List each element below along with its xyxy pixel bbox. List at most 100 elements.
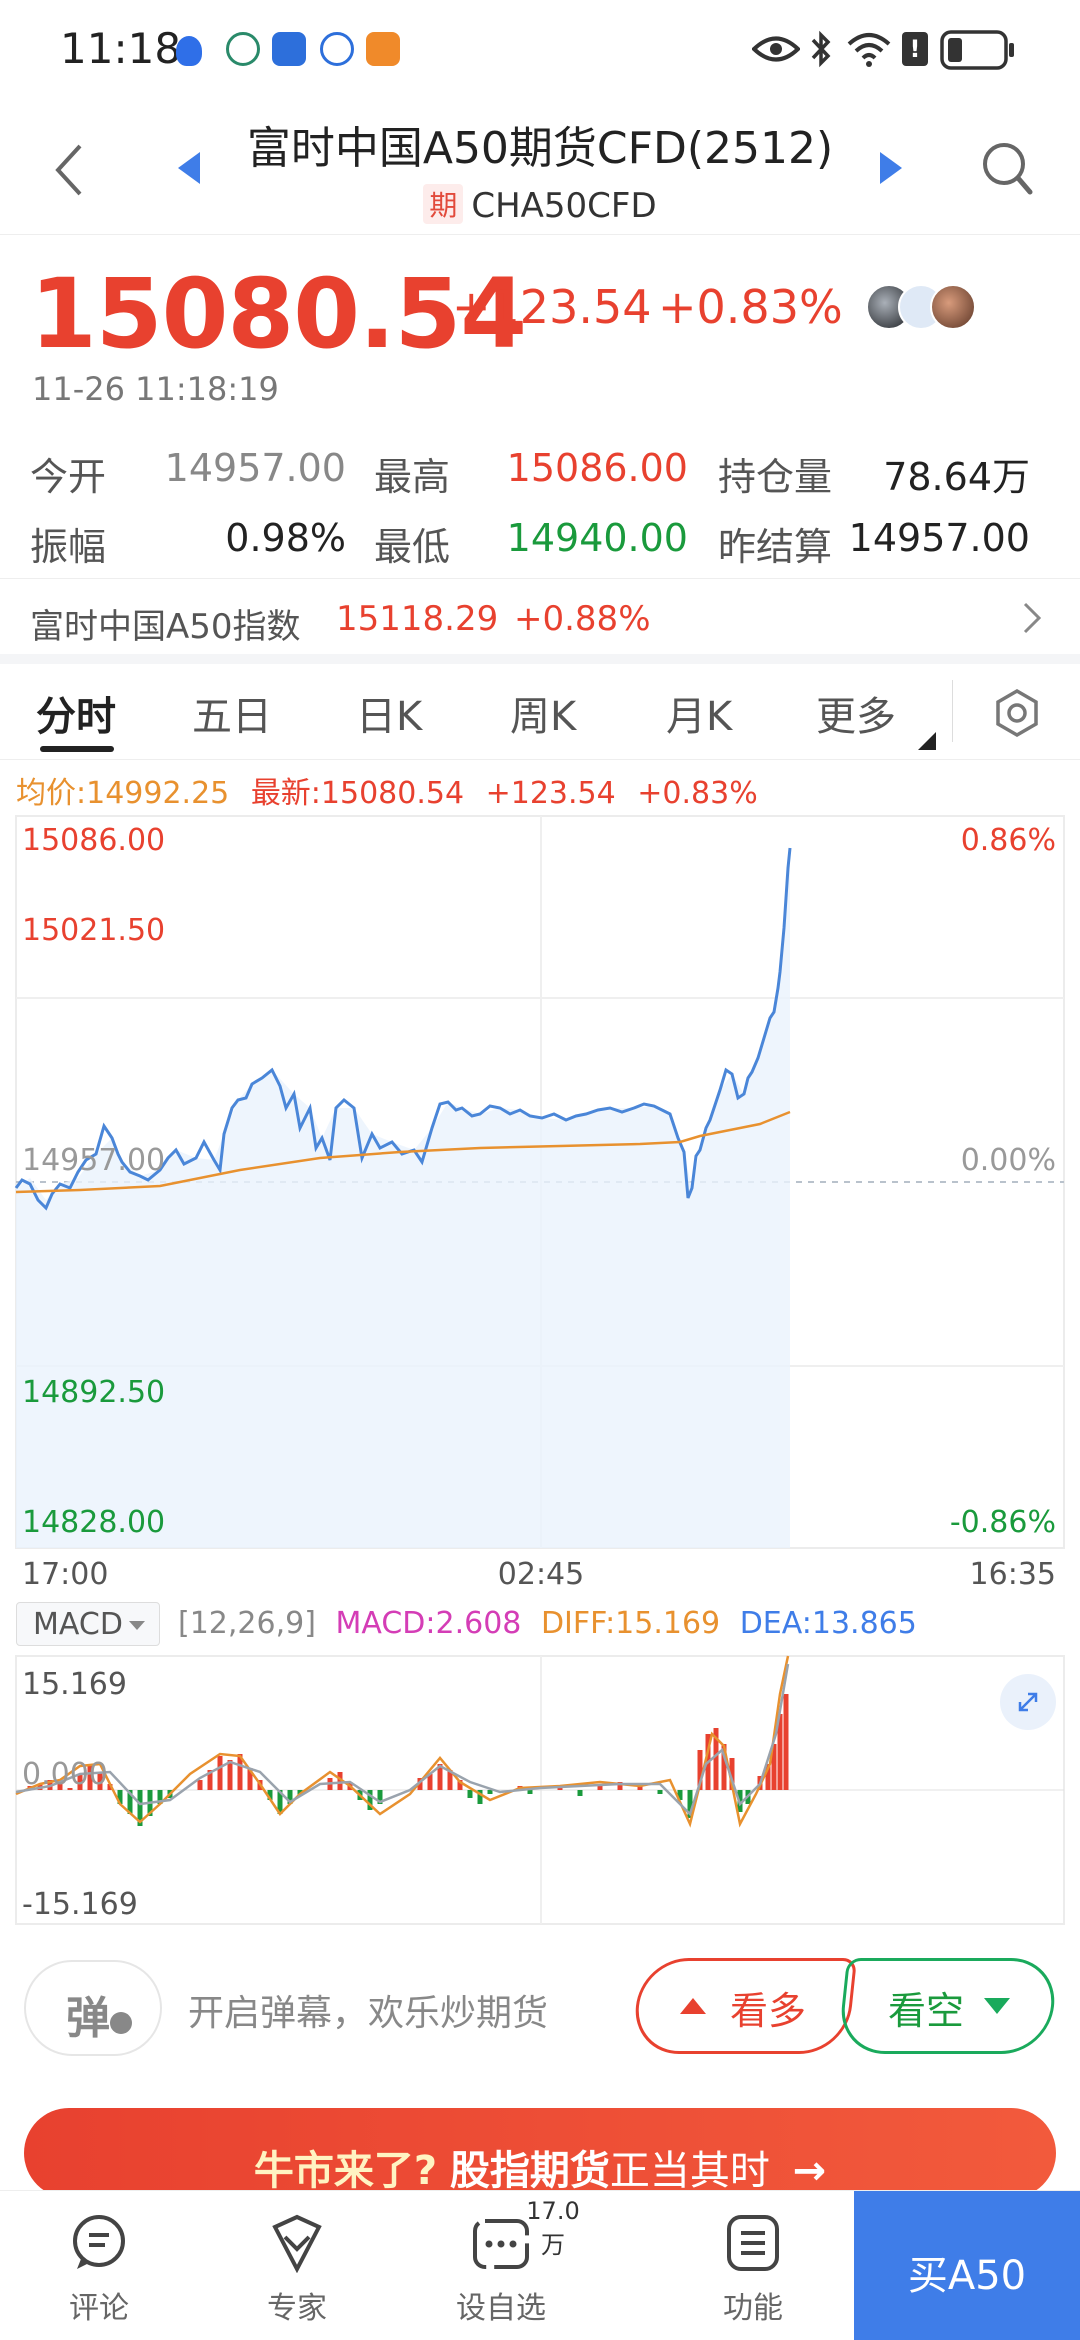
intraday-chart[interactable]: 15086.00 15021.50 14957.00 14892.50 1482…: [0, 808, 1080, 1608]
stat-amp-label: 振幅: [30, 525, 107, 569]
y-tick-label: 15086.00: [22, 823, 165, 858]
dropdown-corner-icon: [918, 732, 936, 750]
stat-high-label: 最高: [374, 455, 451, 499]
y-pct-label: 0.00%: [961, 1143, 1056, 1178]
chevron-right-icon: [1023, 602, 1042, 634]
contract-code-text: CHA50CFD: [471, 186, 657, 226]
nav-label: 专家: [267, 2291, 327, 2326]
nav-functions[interactable]: 功能: [668, 2191, 838, 2340]
chevron-down-icon: [129, 1621, 145, 1630]
wifi-icon: [847, 33, 891, 67]
next-contract-icon[interactable]: [876, 150, 904, 186]
related-index-row[interactable]: 富时中国A50指数 15118.29 +0.88%: [0, 578, 1080, 664]
macd-params: [12,26,9]: [178, 1606, 316, 1641]
watch-count: 17.0万: [526, 2197, 580, 2259]
futures-tag: 期: [423, 184, 464, 224]
settings-icon[interactable]: [992, 688, 1042, 738]
nav-expert[interactable]: 专家: [212, 2191, 382, 2340]
y-pct-label: -0.86%: [950, 1505, 1056, 1540]
bottom-nav: 评论 专家 17.0万 设自选 功能 买A50: [0, 2190, 1080, 2340]
nav-label: 设自选: [456, 2291, 546, 2326]
arrow-down-icon: [984, 1998, 1010, 2014]
index-name: 富时中国A50指数: [30, 607, 301, 647]
search-icon[interactable]: [980, 140, 1034, 198]
quote-time: 11-26 11:18:19: [32, 370, 279, 408]
stat-open-value: 14957.00: [164, 446, 346, 490]
nav-comment[interactable]: 评论: [14, 2191, 184, 2340]
tab-week-k[interactable]: 周K: [510, 684, 576, 742]
chart-legend: 均价:14992.25 最新:15080.54 +123.54 +0.83%: [16, 768, 758, 812]
status-time: 11:18: [60, 24, 182, 73]
eye-icon: [752, 36, 800, 62]
x-tick-label: 17:00: [22, 1557, 108, 1592]
comment-input[interactable]: 开启弹幕，欢乐炒期货: [188, 1984, 548, 2036]
macd-value: MACD:2.608: [335, 1606, 522, 1641]
y-tick-label: 14892.50: [22, 1375, 165, 1410]
stat-open-label: 今开: [30, 455, 107, 499]
y-pct-label: 0.86%: [961, 823, 1056, 858]
indicator-name: MACD: [33, 1607, 123, 1642]
y-tick-label: 15021.50: [22, 913, 165, 948]
tab-month-k[interactable]: 月K: [666, 684, 732, 742]
indicator-selector[interactable]: MACD: [16, 1602, 160, 1646]
tab-divider: [952, 680, 953, 742]
status-bar: 11:18 !: [0, 0, 1080, 100]
nav-label: 评论: [69, 2291, 129, 2326]
macd-chart[interactable]: 15.169 0.000 -15.169: [0, 1654, 1080, 1926]
nav-label: 功能: [723, 2291, 783, 2326]
price-change: +123.54: [452, 280, 652, 334]
community-avatars[interactable]: [866, 284, 976, 330]
nav-watchlist[interactable]: 17.0万 设自选: [416, 2191, 586, 2340]
avatar: [930, 284, 976, 330]
stat-high-value: 15086.00: [506, 446, 688, 490]
macd-top-label: 15.169: [22, 1667, 127, 1702]
header: 富时中国A50期货CFD(2512) 期 CHA50CFD: [0, 100, 1080, 235]
legend-latest: 最新:15080.54: [250, 776, 465, 811]
app-icon: [366, 32, 400, 66]
stat-settle-label: 昨结算: [718, 525, 833, 569]
price-change-pct: +0.83%: [658, 280, 843, 334]
promo-banner[interactable]: 牛市来了? 股指期货正当其时 →: [24, 2108, 1056, 2198]
chart-tabs: 分时 五日 日K 周K 月K 更多: [0, 664, 1080, 760]
diff-value: DIFF:15.169: [540, 1606, 721, 1641]
arrow-up-icon: [680, 1998, 706, 2014]
y-tick-label: 14957.00: [22, 1143, 165, 1178]
legend-avg: 均价:14992.25: [16, 776, 230, 811]
app-icon: [226, 32, 260, 66]
buy-label: 买A50: [907, 2253, 1027, 2299]
banner-part3: 正当其时: [609, 2148, 770, 2194]
legend-pct: +0.83%: [637, 776, 758, 811]
x-tick-label: 16:35: [970, 1557, 1056, 1592]
tab-five-day[interactable]: 五日: [192, 684, 272, 742]
buy-button[interactable]: 买A50: [854, 2191, 1080, 2340]
index-value: 15118.29: [336, 599, 499, 639]
legend-change: +123.54: [485, 776, 616, 811]
tab-intraday[interactable]: 分时: [36, 684, 116, 742]
shield-icon: [176, 36, 202, 66]
bullish-label: 看多: [730, 1989, 807, 2033]
dea-value: DEA:13.865: [739, 1606, 917, 1641]
danmu-toggle-button[interactable]: 弹: [24, 1960, 162, 2056]
macd-legend: [12,26,9] MACD:2.608 DIFF:15.169 DEA:13.…: [178, 1606, 917, 1641]
stat-oi-label: 持仓量: [718, 455, 833, 499]
stat-low-value: 14940.00: [506, 516, 688, 560]
stat-oi-value: 78.64万: [883, 455, 1030, 499]
contract-code: 期 CHA50CFD: [0, 184, 1080, 226]
tab-more[interactable]: 更多: [816, 684, 896, 742]
macd-bottom-label: -15.169: [22, 1887, 138, 1922]
sim-alert-icon: !: [902, 32, 928, 66]
app-icon: [272, 32, 306, 66]
stat-amp-value: 0.98%: [225, 516, 346, 560]
danmu-icon: 弹: [66, 1993, 110, 2044]
stat-low-label: 最低: [374, 525, 451, 569]
diamond-icon: [272, 2214, 322, 2273]
y-tick-label: 14828.00: [22, 1505, 165, 1540]
stat-settle-value: 14957.00: [848, 516, 1030, 560]
bearish-label: 看空: [888, 1989, 965, 2033]
banner-part1: 牛市来了?: [253, 2148, 438, 2194]
arrow-right-icon: →: [792, 2148, 827, 2194]
danmu-off-dot: [110, 2012, 132, 2034]
app-icon: [320, 32, 354, 66]
bluetooth-icon: [811, 30, 831, 68]
tab-day-k[interactable]: 日K: [356, 684, 422, 742]
